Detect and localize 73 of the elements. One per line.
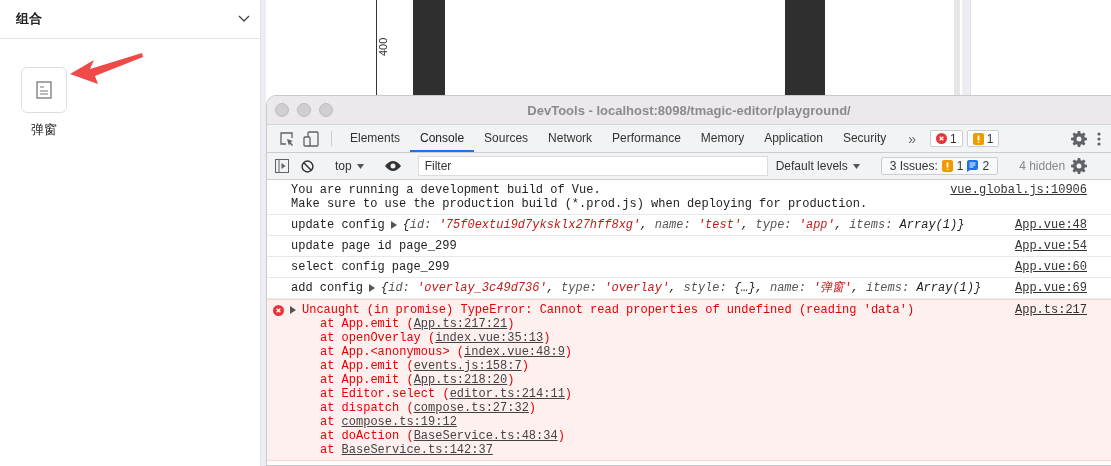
panel-title: 组合	[16, 10, 42, 28]
devtools-tab[interactable]: Sources	[474, 125, 539, 152]
object-preview[interactable]: {id: '75f0extui9d7yksklx27hff8xg', name: 'test', type: 'app', items: Array(1)}	[402, 218, 965, 232]
device-icon[interactable]	[303, 130, 319, 147]
hidden-count: 4 hidden	[1019, 159, 1066, 173]
stack-frame: at dispatch (compose.ts:27:32)	[320, 401, 1087, 415]
clear-icon[interactable]	[301, 159, 314, 173]
log-message: update config	[291, 218, 385, 232]
stack-frame: at openOverlay (index.vue:35:13)	[320, 331, 1087, 345]
settings-icon[interactable]	[1071, 158, 1088, 174]
source-link[interactable]: App.ts:217:21	[413, 317, 508, 331]
log-message: update page id page_299	[291, 239, 457, 253]
devtools-tab[interactable]: Application	[754, 125, 833, 152]
more-tabs-button[interactable]: »	[896, 125, 929, 152]
devtools-tab[interactable]: Memory	[690, 125, 755, 152]
caret-icon	[852, 163, 860, 169]
warning-icon	[941, 160, 953, 172]
scrollbar[interactable]	[954, 0, 960, 95]
stack-frame: at App.<anonymous> (index.vue:48:9)	[320, 345, 1087, 359]
source-link[interactable]: editor.ts:214:11	[449, 387, 565, 401]
stack-frame: at App.emit (App.ts:218:20)	[320, 373, 1087, 387]
log-message: You are running a development build of Vue. Make sure to use the production build (*.prod.js) when deploying for production.	[291, 183, 868, 211]
source-link[interactable]: compose.ts:19:12	[341, 415, 457, 429]
stack-frame: at App.emit (App.ts:217:21)	[320, 317, 1087, 331]
error-count-badge[interactable]: 1	[930, 130, 963, 147]
document-icon	[36, 81, 52, 99]
error-icon	[273, 304, 284, 316]
source-link[interactable]: events.js:158:7	[413, 359, 522, 373]
expand-icon[interactable]	[390, 221, 397, 229]
warning-icon	[972, 132, 984, 145]
ruler-label: 400	[377, 37, 389, 56]
devtools-tab[interactable]: Network	[538, 125, 603, 152]
log-message: select config page_299	[291, 260, 450, 274]
source-link[interactable]: index.vue:35:13	[435, 331, 544, 345]
devtools-tab[interactable]: Security	[832, 125, 897, 152]
source-link[interactable]: compose.ts:27:32	[413, 401, 529, 415]
log-levels-dropdown[interactable]: Default levels	[771, 159, 864, 173]
settings-icon[interactable]	[1071, 130, 1087, 147]
devtools-tab[interactable]: Elements	[340, 125, 411, 152]
issues-button[interactable]: 3 Issues: 1 2	[880, 157, 999, 175]
source-link[interactable]: App.ts:217	[1015, 303, 1087, 317]
filter-field[interactable]: Filter	[417, 156, 768, 176]
stack-frame: at BaseService.ts:142:37	[320, 443, 1087, 457]
error-icon	[936, 133, 948, 144]
log-message: add config	[291, 281, 363, 295]
chevron-icon[interactable]	[238, 15, 250, 23]
more-icon[interactable]	[1097, 131, 1101, 146]
source-link[interactable]: App.vue:48	[1015, 218, 1087, 232]
object-preview[interactable]: {id: 'overlay_3c49d736', type: 'overlay', style: {…}, name: '弹窗', items: Array(1)}	[381, 281, 982, 295]
window-title: DevTools - localhost:8098/tmagic-editor/playground/	[527, 102, 851, 118]
source-link[interactable]: App.vue:54	[1015, 239, 1087, 253]
caret-icon	[356, 163, 364, 169]
stack-frame: at App.emit (events.js:158:7)	[320, 359, 1087, 373]
stack-frame: at compose.ts:19:12	[320, 415, 1087, 429]
warning-count-badge[interactable]: 1	[966, 130, 1000, 147]
error-message: Uncaught (in promise) TypeError: Cannot read properties of undefined (reading 'data')	[302, 303, 915, 317]
sidebar-toggle-icon[interactable]	[275, 159, 289, 173]
info-icon	[967, 160, 979, 172]
source-link[interactable]: App.vue:69	[1015, 281, 1087, 295]
source-link[interactable]: App.ts:218:20	[413, 373, 508, 387]
source-link[interactable]: index.vue:48:9	[464, 345, 565, 359]
stack-frame: at doAction (BaseService.ts:48:34)	[320, 429, 1087, 443]
source-link[interactable]: App.vue:60	[1015, 260, 1087, 274]
stack-frame: at Editor.select (editor.ts:214:11)	[320, 387, 1087, 401]
source-link[interactable]: BaseService.ts:142:37	[341, 443, 493, 457]
inspect-icon[interactable]	[279, 130, 295, 147]
devtools-tab[interactable]: Performance	[602, 125, 691, 152]
source-link[interactable]: BaseService.ts:48:34	[413, 429, 558, 443]
expand-icon[interactable]	[369, 284, 375, 292]
eye-icon[interactable]	[384, 160, 401, 172]
expand-icon[interactable]	[290, 306, 296, 314]
context-selector[interactable]: top	[331, 159, 368, 173]
source-link[interactable]: vue.global.js:10906	[950, 183, 1087, 197]
